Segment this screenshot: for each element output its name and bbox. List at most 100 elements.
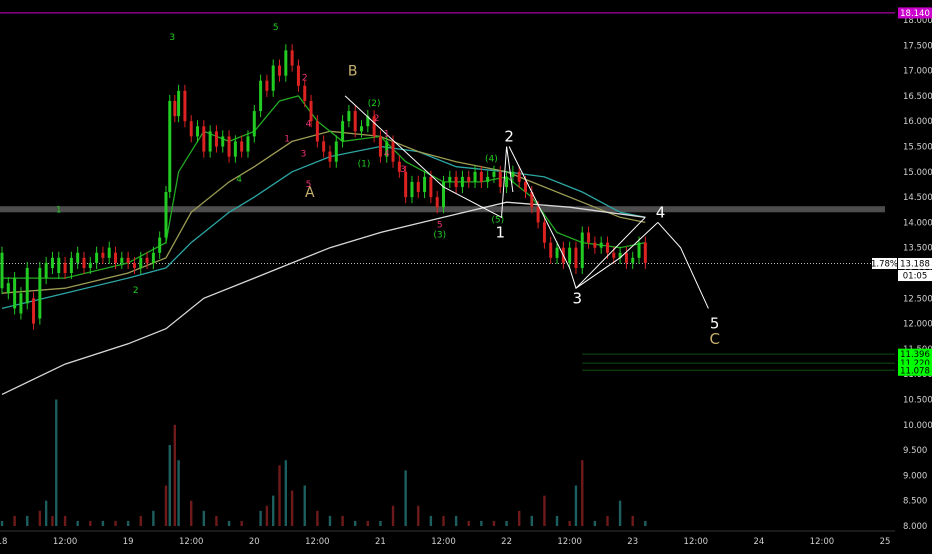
wave-label: 3 [301,150,307,160]
candle [38,267,42,319]
volume-bar [13,515,16,526]
volume-bar [543,495,546,526]
y-tick-label: 10.500 [903,396,932,406]
x-tick-label: 25 [880,537,891,547]
y-tick-label: 9.000 [903,471,927,481]
candle [151,252,155,263]
wave-label: (3) [433,231,446,241]
volume-bar [51,515,54,526]
candle [378,136,382,157]
candle [599,242,603,248]
volume-bar [581,460,584,526]
volume-bar [63,515,67,526]
volume-bar [379,520,382,526]
candle [486,176,490,182]
candle [50,257,54,268]
candle [252,111,256,137]
y-tick-label: 12.000 [903,320,932,330]
x-tick-label: 12:00 [53,537,78,547]
candle [580,232,584,268]
candle [341,121,345,142]
candle [612,252,616,258]
volume-bar [618,500,622,526]
wave-label: C [709,330,719,348]
candle [296,65,300,86]
volume-bar [152,510,155,526]
wave-label: (1) [358,160,371,170]
wave-label: 3 [572,289,582,307]
candle [473,171,477,182]
wave-label: 4 [384,150,390,160]
candle [460,176,464,187]
volume-bar [26,515,29,526]
volume-bar [631,515,634,526]
candle [549,242,553,258]
candle [168,100,172,193]
candle [233,141,237,157]
candle [290,50,294,66]
candle [44,262,48,279]
candle [158,237,162,253]
x-tick-label: 12:00 [431,537,456,547]
candle [278,65,282,76]
x-tick-label: 12:00 [684,537,709,547]
candle [145,257,149,263]
volume-bar [316,510,319,526]
candle [259,80,263,112]
moving-average-line [1,145,646,310]
candle [555,247,559,258]
x-tick-label: 12:00 [179,537,204,547]
x-tick-label: 22 [501,537,512,547]
candle [429,176,433,198]
y-tick-label: 17.500 [903,41,932,51]
y-tick-label: 12.500 [903,294,932,304]
volume-bar [341,515,344,526]
candle [492,171,496,177]
moving-average-line [1,201,646,395]
volume-bar [38,510,42,526]
candle [76,252,80,263]
candle [107,247,111,258]
volume-bar [454,515,458,526]
candle [32,298,36,324]
price-label: 01:05 [903,272,928,282]
candle [322,141,326,152]
volume-bar [354,520,357,526]
price-label: 1.78% [871,259,898,269]
x-tick-label: 12:00 [557,537,582,547]
volume-bar [328,515,332,526]
volume-bar [0,520,4,526]
candle [391,141,395,162]
y-tick-label: 8.000 [903,522,927,532]
candle [164,192,168,238]
wave-label: 5 [437,220,443,230]
volume-bar [606,515,609,526]
candle [0,252,4,289]
candle [542,222,546,243]
volume-bar [76,520,79,526]
candle [132,262,136,268]
candle [183,90,187,122]
candle [416,181,420,193]
volume-bar [114,520,117,526]
wave-label: 1 [384,129,390,139]
volume-bar [177,460,180,526]
volume-bar [44,500,48,526]
price-label: 11.078 [900,366,930,376]
volume-bar [505,520,508,526]
volume-bar [126,520,130,526]
candle [69,257,73,273]
candle [173,100,177,117]
candle [88,262,92,268]
volume-bar [139,515,142,526]
candle [196,126,200,137]
candle [523,181,527,193]
volume-bar [168,445,171,526]
wave-label: 4 [236,175,242,185]
candle [126,257,130,263]
candle [643,242,647,263]
volume-bar [366,520,370,526]
candle [536,207,540,223]
candle [593,242,597,248]
y-tick-label: 14.000 [903,218,932,228]
